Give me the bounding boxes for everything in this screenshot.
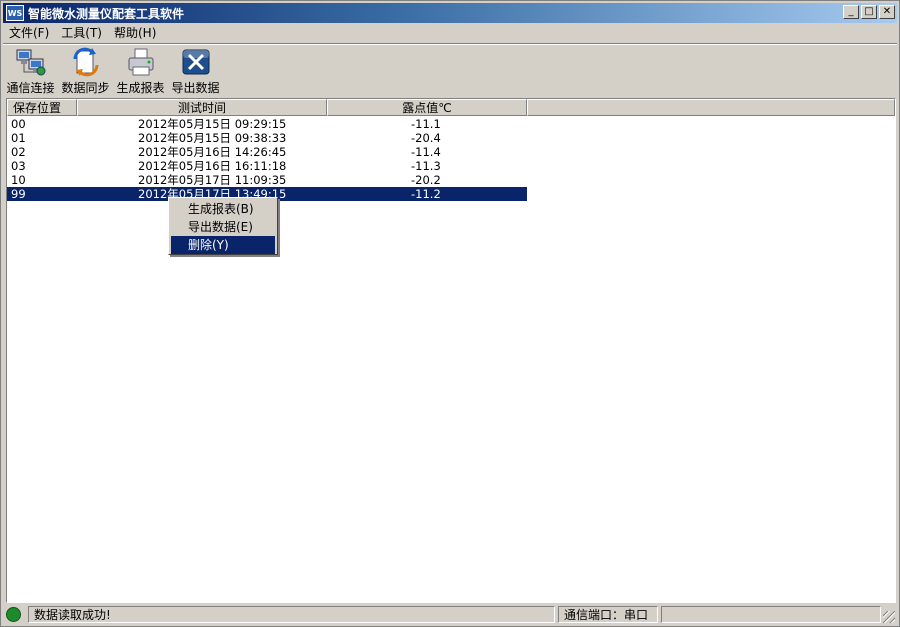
app-window: WS 智能微水测量仪配套工具软件 _ □ ✕ 文件(F) 工具(T) 帮助(H)…: [0, 0, 900, 627]
excel-export-icon: [182, 49, 209, 75]
list-rows: 00 2012年05月15日 09:29:15 -11.1 01 2012年05…: [7, 117, 527, 201]
cell-dewpoint: -11.3: [411, 159, 441, 173]
status-empty-panel: [661, 606, 881, 623]
cell-time: 2012年05月15日 09:29:15: [138, 117, 287, 131]
cell-time: 2012年05月17日 11:09:35: [138, 173, 287, 187]
export-label: 导出数据: [171, 81, 220, 95]
cell-position: 99: [11, 187, 26, 201]
connect-button[interactable]: 通信连接: [3, 46, 58, 96]
ctx-export-data[interactable]: 导出数据(E): [171, 218, 275, 236]
table-row[interactable]: 10 2012年05月17日 11:09:35 -20.2: [7, 173, 527, 187]
menu-bar: 文件(F) 工具(T) 帮助(H): [3, 23, 897, 43]
table-row[interactable]: 03 2012年05月16日 16:11:18 -11.3: [7, 159, 527, 173]
cell-position: 01: [11, 131, 26, 145]
ctx-generate-report[interactable]: 生成报表(B): [171, 200, 275, 218]
menu-help[interactable]: 帮助(H): [108, 24, 162, 42]
cell-position: 02: [11, 145, 26, 159]
status-message: 数据读取成功!: [28, 606, 555, 623]
context-menu: 生成报表(B) 导出数据(E) 删除(Y): [168, 197, 278, 255]
cell-dewpoint: -11.4: [411, 145, 441, 159]
printer-icon: [128, 48, 153, 76]
column-header-empty: [527, 99, 895, 116]
minimize-button[interactable]: _: [843, 5, 859, 19]
data-list-view[interactable]: 保存位置 测试时间 露点值℃ 00 2012年05月15日 09:29:15 -…: [6, 98, 896, 603]
ctx-delete[interactable]: 删除(Y): [171, 236, 275, 254]
cell-dewpoint: -20.2: [411, 173, 441, 187]
list-header: 保存位置 测试时间 露点值℃: [7, 99, 895, 116]
column-header-dewpoint[interactable]: 露点值℃: [327, 99, 527, 116]
maximize-button[interactable]: □: [861, 5, 877, 19]
column-header-position[interactable]: 保存位置: [7, 99, 77, 116]
status-port: 通信端口：串口: [558, 606, 658, 623]
cell-time: 2012年05月15日 09:38:33: [138, 131, 287, 145]
status-bar: 数据读取成功! 通信端口：串口: [3, 604, 897, 625]
sync-button[interactable]: 数据同步: [58, 46, 113, 96]
table-row[interactable]: 02 2012年05月16日 14:26:45 -11.4: [7, 145, 527, 159]
report-button[interactable]: 生成报表: [113, 46, 168, 96]
cell-time: 2012年05月16日 14:26:45: [138, 145, 287, 159]
cell-dewpoint: -11.1: [411, 117, 441, 131]
report-label: 生成报表: [116, 81, 165, 95]
menu-separator: [3, 43, 897, 45]
table-row[interactable]: 00 2012年05月15日 09:29:15 -11.1: [7, 117, 527, 131]
status-led-icon: [6, 607, 21, 622]
menu-tools[interactable]: 工具(T): [55, 24, 108, 42]
cell-dewpoint: -20.4: [411, 131, 441, 145]
resize-grip-icon[interactable]: [883, 611, 895, 623]
cell-dewpoint: -11.2: [411, 187, 441, 201]
toolbar: 通信连接 数据同步 生成报表 导出数据: [3, 46, 897, 96]
menu-file[interactable]: 文件(F): [3, 24, 55, 42]
table-row[interactable]: 01 2012年05月15日 09:38:33 -20.4: [7, 131, 527, 145]
cell-position: 00: [11, 117, 26, 131]
title-bar[interactable]: WS 智能微水测量仪配套工具软件 _ □ ✕: [3, 3, 897, 23]
cell-position: 10: [11, 173, 26, 187]
cell-position: 03: [11, 159, 26, 173]
column-header-time[interactable]: 测试时间: [77, 99, 327, 116]
sync-icon: [73, 47, 98, 77]
network-computers-icon: [16, 49, 45, 76]
close-button[interactable]: ✕: [879, 5, 895, 19]
cell-time: 2012年05月16日 16:11:18: [138, 159, 287, 173]
app-icon: WS: [6, 5, 24, 21]
window-title: 智能微水测量仪配套工具软件: [28, 6, 185, 21]
connect-label: 通信连接: [6, 81, 55, 95]
sync-label: 数据同步: [61, 81, 110, 95]
export-button[interactable]: 导出数据: [168, 46, 223, 96]
